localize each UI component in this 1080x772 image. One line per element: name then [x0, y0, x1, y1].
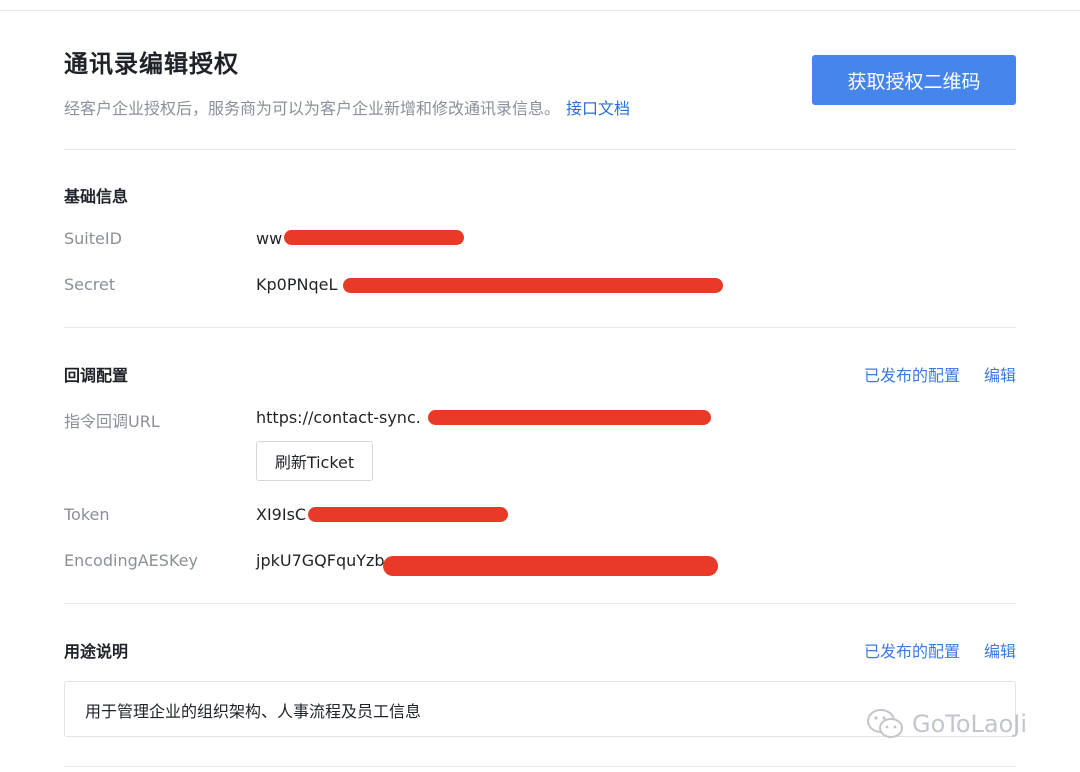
divider: [64, 766, 1016, 767]
redaction-mark: [343, 278, 723, 293]
purpose-published-config-link[interactable]: 已发布的配置: [864, 642, 960, 661]
callback-config-title: 回调配置: [64, 366, 129, 385]
purpose-actions: 已发布的配置 编辑: [864, 638, 1016, 662]
divider: [64, 603, 1016, 604]
description-text: 经客户企业授权后，服务商为可以为客户企业新增和修改通讯录信息。: [64, 99, 561, 118]
divider: [64, 327, 1016, 328]
token-value: XI9IsC: [256, 505, 307, 524]
aes-key-label: EncodingAESKey: [64, 551, 198, 570]
suiteid-value: ww: [256, 229, 283, 248]
page-title: 通讯录编辑授权: [64, 50, 239, 78]
purpose-text: 用于管理企业的组织架构、人事流程及员工信息: [85, 702, 422, 721]
redaction-mark: [284, 230, 464, 245]
page-description: 经客户企业授权后，服务商为可以为客户企业新增和修改通讯录信息。 接口文档: [64, 95, 630, 119]
secret-value: Kp0PNqeL: [256, 275, 338, 294]
redaction-mark: [428, 410, 711, 425]
secret-label: Secret: [64, 275, 116, 294]
redaction-mark: [383, 556, 718, 576]
purpose-title: 用途说明: [64, 642, 129, 661]
token-label: Token: [64, 505, 110, 524]
wechat-icon: [867, 709, 903, 738]
top-border: [0, 10, 1080, 11]
watermark-text: GoToLaoJi: [912, 710, 1028, 738]
callback-url-label: 指令回调URL: [64, 412, 160, 431]
callback-edit-link[interactable]: 编辑: [984, 366, 1016, 385]
basic-info-title: 基础信息: [64, 187, 129, 206]
api-docs-link[interactable]: 接口文档: [566, 99, 630, 118]
purpose-edit-link[interactable]: 编辑: [984, 642, 1016, 661]
callback-published-config-link[interactable]: 已发布的配置: [864, 366, 960, 385]
redaction-mark: [308, 507, 508, 522]
suiteid-label: SuiteID: [64, 229, 122, 248]
callback-url-value: https://contact-sync.: [256, 408, 421, 427]
aes-key-value: jpkU7GQFquYzb: [256, 551, 385, 570]
divider: [64, 149, 1016, 150]
watermark: GoToLaoJi: [866, 708, 1027, 740]
get-auth-qrcode-button[interactable]: 获取授权二维码: [812, 55, 1016, 105]
refresh-ticket-button[interactable]: 刷新Ticket: [256, 441, 373, 481]
callback-actions: 已发布的配置 编辑: [864, 362, 1016, 386]
